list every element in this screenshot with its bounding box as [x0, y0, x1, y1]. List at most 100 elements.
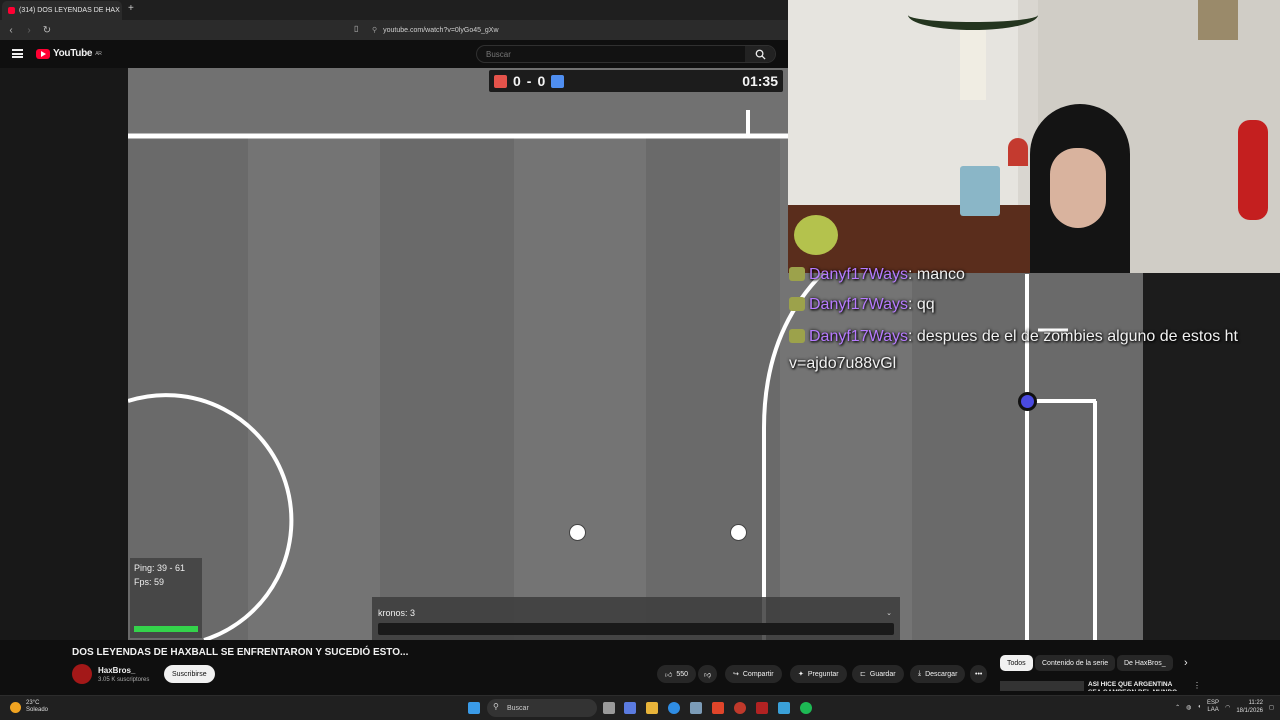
suggestion-title[interactable]: ASÍ HICE QUE ARGENTINA SEA CAMPEON DEL M… — [1088, 681, 1186, 691]
browser-tab[interactable]: (314) DOS LEYENDAS DE HAX × — [2, 1, 122, 20]
weather-condition: Soleado — [26, 707, 49, 713]
ask-label: Preguntar — [807, 670, 839, 678]
weather-widget[interactable]: 23°C Soleado — [10, 700, 48, 714]
game-clock: 01:35 — [742, 73, 778, 89]
recording-icon[interactable] — [734, 702, 746, 714]
share-button[interactable]: ↪ Compartir — [725, 665, 782, 683]
spotify-icon[interactable] — [800, 702, 812, 714]
emote-icon — [789, 329, 805, 343]
ping-graph — [134, 626, 198, 632]
volume-icon[interactable]: ◖ — [1197, 704, 1201, 710]
like-button[interactable]: 👍︎ 550 — [657, 665, 697, 683]
screen: (314) DOS LEYENDAS DE HAX × + ‹ › ↻ ▯ ⚲ … — [0, 0, 1280, 720]
network-icon[interactable]: ◍ — [1186, 704, 1191, 711]
chevron-right-icon[interactable]: › — [1184, 657, 1188, 669]
game-chat-input[interactable] — [378, 623, 894, 635]
bookmark-icon[interactable]: ▯ — [354, 24, 358, 33]
stream-chat-message: Danyf17Ways: despues de el de zombies al… — [789, 328, 1238, 346]
youtube-favicon-icon — [8, 7, 15, 14]
subscriber-count: 3.05 K suscriptores — [98, 677, 150, 683]
site-info-icon[interactable]: ⚲ — [372, 26, 377, 34]
dislike-button[interactable]: 👎︎ — [698, 665, 718, 683]
youtube-logo[interactable]: YouTube AR — [36, 48, 102, 59]
chevron-down-icon: ⌄ — [886, 610, 892, 617]
suggestion-menu-icon[interactable]: ⋮ — [1193, 681, 1201, 690]
stream-chat-message: Danyf17Ways: qq — [789, 296, 935, 314]
forward-icon[interactable]: › — [22, 25, 36, 36]
search-input[interactable]: Buscar — [476, 45, 776, 63]
subscribe-button[interactable]: Suscribirse — [164, 665, 215, 683]
back-icon[interactable]: ‹ — [4, 25, 18, 36]
chip-channel[interactable]: De HaxBros_ — [1117, 655, 1173, 671]
windows-start-icon[interactable] — [468, 702, 480, 714]
search-icon: ⚲ — [493, 702, 499, 711]
red-team-icon — [494, 74, 507, 88]
sun-icon — [10, 701, 21, 713]
widgets-icon[interactable] — [624, 702, 636, 714]
microphone — [1238, 120, 1268, 220]
streaming-app-icon[interactable] — [756, 702, 768, 714]
channel-avatar[interactable] — [72, 664, 92, 684]
app-icon[interactable] — [690, 702, 702, 714]
save-button[interactable]: ⊏ Guardar — [852, 665, 904, 683]
notes-icon[interactable] — [778, 702, 790, 714]
goal-post — [730, 524, 747, 541]
ping-text: Ping: 39 - 61 — [134, 563, 186, 573]
address-bar[interactable]: ⚲ youtube.com/watch?v=0lyGo45_gXw — [372, 24, 499, 36]
share-label: Compartir — [742, 670, 774, 678]
more-actions-button[interactable]: ••• — [970, 665, 988, 683]
suggestion-thumbnail[interactable] — [1000, 681, 1084, 691]
figurine — [1008, 138, 1028, 166]
youtube-logo-text: YouTube — [53, 48, 93, 59]
new-tab-button[interactable]: + — [128, 3, 134, 14]
game-chat-line: kronos: 3 — [378, 608, 416, 618]
taskbar-search-label: Buscar — [507, 704, 529, 712]
stream-chat-continuation: v=ajdo7u88vGl — [789, 355, 897, 372]
game-chat: kronos: 3 ⌄ — [372, 597, 900, 640]
download-button[interactable]: ⤓ Descargar — [910, 665, 966, 683]
language-indicator[interactable]: ESP LAA — [1207, 700, 1219, 714]
stream-chat-message: Danyf17Ways: manco — [789, 266, 965, 284]
menu-icon[interactable] — [12, 49, 23, 58]
windows-taskbar: 23°C Soleado ⚲ Buscar ⌃ ◍ ◖ ESP LAA ◠ 11… — [0, 695, 1280, 720]
notifications-icon[interactable]: ◻ — [1269, 704, 1274, 711]
scoreboard: 0 - 0 01:35 — [489, 70, 783, 92]
thumbs-up-icon: 👍︎ — [665, 671, 673, 679]
search-icon — [755, 49, 766, 60]
chip-series[interactable]: Contenido de la serie — [1035, 655, 1116, 671]
reload-icon[interactable]: ↻ — [40, 25, 54, 36]
download-icon: ⤓ — [918, 670, 922, 677]
edge-icon[interactable] — [668, 702, 680, 714]
save-label: Guardar — [869, 670, 896, 678]
brave-icon[interactable] — [712, 702, 724, 714]
chat-text: qq — [916, 296, 935, 313]
player-disc — [1018, 392, 1037, 411]
chip-all[interactable]: Todos — [1000, 655, 1033, 671]
youtube-play-icon — [36, 48, 50, 59]
tab-title: (314) DOS LEYENDAS DE HAX — [19, 7, 120, 14]
webcam-feed — [788, 0, 1280, 273]
dreamcatcher — [960, 30, 986, 100]
share-icon: ↪ — [733, 671, 739, 678]
download-label: Descargar — [925, 670, 958, 678]
chat-username: Danyf17Ways — [809, 266, 908, 283]
clock[interactable]: 11:22 18/1/2026 — [1236, 699, 1263, 715]
ping-panel: Ping: 39 - 61 Fps: 59 — [130, 558, 202, 638]
task-view-icon[interactable] — [603, 702, 615, 714]
like-count: 550 — [676, 670, 689, 678]
plush-toy — [794, 215, 838, 255]
search-button[interactable] — [745, 46, 775, 62]
wifi-icon[interactable]: ◠ — [1225, 704, 1230, 711]
blue-team-icon — [551, 74, 565, 88]
clock-date: 18/1/2026 — [1236, 708, 1264, 714]
tray-overflow-icon[interactable]: ⌃ — [1175, 704, 1180, 711]
region-code: AR — [95, 50, 102, 57]
file-explorer-icon[interactable] — [646, 702, 658, 714]
streamer-face — [1050, 148, 1106, 228]
chat-text: despues de el de zombies alguno de estos… — [916, 328, 1238, 345]
video-title: DOS LEYENDAS DE HAXBALL SE ENFRENTARON Y… — [72, 647, 409, 658]
ask-button[interactable]: ✦ Preguntar — [790, 665, 847, 683]
chat-username: Danyf17Ways — [809, 328, 908, 345]
taskbar-search[interactable]: ⚲ Buscar — [487, 699, 597, 717]
channel-name[interactable]: HaxBros_ — [98, 666, 135, 675]
